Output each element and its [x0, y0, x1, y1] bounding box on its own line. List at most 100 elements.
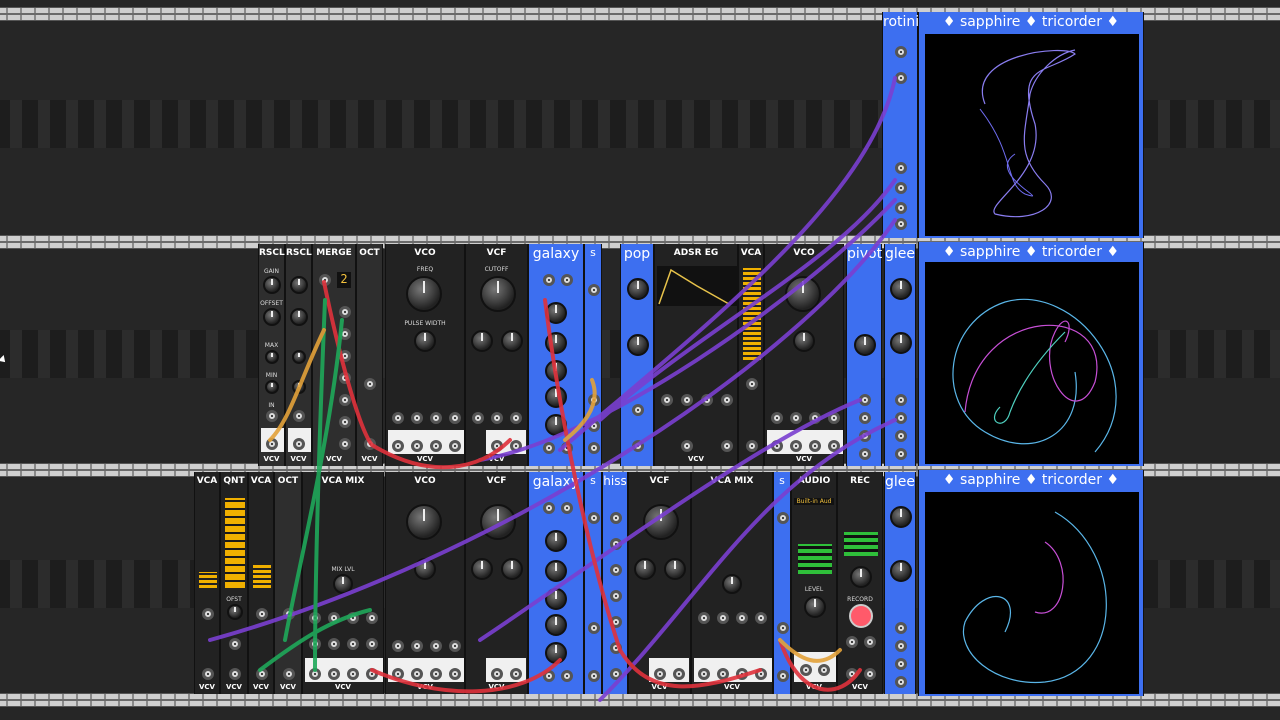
in2-jack[interactable] [328, 638, 340, 650]
module-pivot[interactable]: pivot [846, 244, 882, 466]
sync-jack[interactable] [430, 640, 442, 652]
sin-jack[interactable] [392, 668, 404, 680]
b-jack[interactable] [895, 72, 907, 84]
module-adsr[interactable]: ADSR EG VCV [654, 244, 738, 466]
out-jack[interactable] [256, 668, 268, 680]
ch1-jack[interactable] [698, 668, 710, 680]
ch3-jack[interactable] [347, 668, 359, 680]
z-jack[interactable] [859, 430, 871, 442]
jack[interactable] [777, 622, 789, 634]
module-vca-2[interactable]: VCA VCV [194, 472, 220, 694]
drive-knob[interactable] [501, 558, 523, 580]
tricorder-2[interactable]: ♦ sapphire ♦ tricorder ♦ [918, 242, 1144, 466]
cutoff-knob[interactable] [643, 504, 679, 540]
cutoff-knob[interactable] [480, 504, 516, 540]
hpf-jack[interactable] [510, 668, 522, 680]
module-s-3[interactable]: s [773, 472, 791, 694]
ch4-jack[interactable] [366, 668, 378, 680]
mono-in-4-jack[interactable] [339, 372, 351, 384]
in-jack[interactable] [202, 608, 214, 620]
mix-knob[interactable] [545, 414, 567, 436]
jack[interactable] [588, 670, 600, 682]
z-jack[interactable] [895, 430, 907, 442]
pulse-width-knob[interactable] [414, 330, 436, 352]
module-vco-1[interactable]: VCO FREQ PULSE WIDTH VCV [385, 244, 465, 466]
cut-jack[interactable] [472, 412, 484, 424]
ch1-jack[interactable] [309, 668, 321, 680]
lpf-jack[interactable] [491, 668, 503, 680]
sqr-jack[interactable] [449, 440, 461, 452]
dec-jack[interactable] [681, 394, 693, 406]
y-jack[interactable] [895, 412, 907, 424]
voct-jack[interactable] [790, 412, 802, 424]
fm-jack[interactable] [392, 412, 404, 424]
module-s-1[interactable]: s [584, 244, 602, 466]
x-jack[interactable] [895, 622, 907, 634]
saw-jack[interactable] [430, 440, 442, 452]
module-oct[interactable]: OCT VCV [356, 244, 383, 466]
tricorder-display[interactable] [925, 262, 1139, 464]
in1-jack[interactable] [309, 638, 321, 650]
jack[interactable] [777, 670, 789, 682]
bright-knob[interactable] [545, 560, 567, 582]
mix-level-knob[interactable] [722, 574, 742, 594]
tri-jack[interactable] [411, 440, 423, 452]
module-vcf-3[interactable]: VCF VCV [628, 472, 691, 694]
jack[interactable] [588, 284, 600, 296]
voct-jack[interactable] [411, 640, 423, 652]
z-jack[interactable] [895, 658, 907, 670]
drive-knob[interactable] [501, 330, 523, 352]
noise-jack[interactable] [610, 538, 622, 550]
saw-jack[interactable] [809, 440, 821, 452]
tricorder-3[interactable]: ♦ sapphire ♦ tricorder ♦ [918, 470, 1144, 696]
in-jack[interactable] [746, 378, 758, 390]
max-knob[interactable] [265, 350, 279, 364]
cv3-jack[interactable] [347, 612, 359, 624]
pwm-jack[interactable] [449, 640, 461, 652]
size-knob[interactable] [545, 614, 567, 636]
noise-jack[interactable] [610, 668, 622, 680]
offset-knob[interactable] [227, 604, 243, 620]
env-jack[interactable] [721, 440, 733, 452]
out-jack[interactable] [202, 668, 214, 680]
rel-jack[interactable] [721, 394, 733, 406]
in-jack[interactable] [364, 378, 376, 390]
tricorder-display[interactable] [925, 34, 1139, 236]
sync-jack[interactable] [809, 412, 821, 424]
ch2-jack[interactable] [717, 668, 729, 680]
freq-knob[interactable] [406, 504, 442, 540]
mono-in-3-jack[interactable] [339, 350, 351, 362]
tri-jack[interactable] [790, 440, 802, 452]
pulse-width-knob[interactable] [414, 558, 436, 580]
freq-knob[interactable] [406, 276, 442, 312]
twist-knob[interactable] [854, 334, 876, 356]
right-jack[interactable] [818, 664, 830, 676]
x-jack[interactable] [895, 162, 907, 174]
record-button[interactable] [849, 604, 873, 628]
cv1-jack[interactable] [698, 612, 710, 624]
left-jack[interactable] [800, 664, 812, 676]
y-jack[interactable] [895, 182, 907, 194]
res-knob[interactable] [471, 330, 493, 352]
jack[interactable] [588, 442, 600, 454]
max-knob[interactable] [292, 350, 306, 364]
trig-jack[interactable] [864, 636, 876, 648]
module-glee-2[interactable]: glee [884, 472, 916, 694]
module-hiss[interactable]: hiss [602, 472, 628, 694]
speed-knob[interactable] [627, 278, 649, 300]
level-knob[interactable] [804, 596, 826, 618]
lpf-jack[interactable] [654, 668, 666, 680]
pulse-jack[interactable] [632, 440, 644, 452]
module-vcf-1[interactable]: VCF CUTOFF VCV [465, 244, 528, 466]
voct-jack[interactable] [411, 412, 423, 424]
out-jack[interactable] [266, 438, 278, 450]
out-r-jack[interactable] [561, 442, 573, 454]
p-jack[interactable] [895, 218, 907, 230]
out-jack[interactable] [229, 668, 241, 680]
cutoff-knob[interactable] [480, 276, 516, 312]
module-vco-3[interactable]: VCO VCV [385, 472, 465, 694]
att-jack[interactable] [661, 394, 673, 406]
gain-knob[interactable] [290, 276, 308, 294]
out-l-jack[interactable] [543, 442, 555, 454]
sin-jack[interactable] [392, 440, 404, 452]
